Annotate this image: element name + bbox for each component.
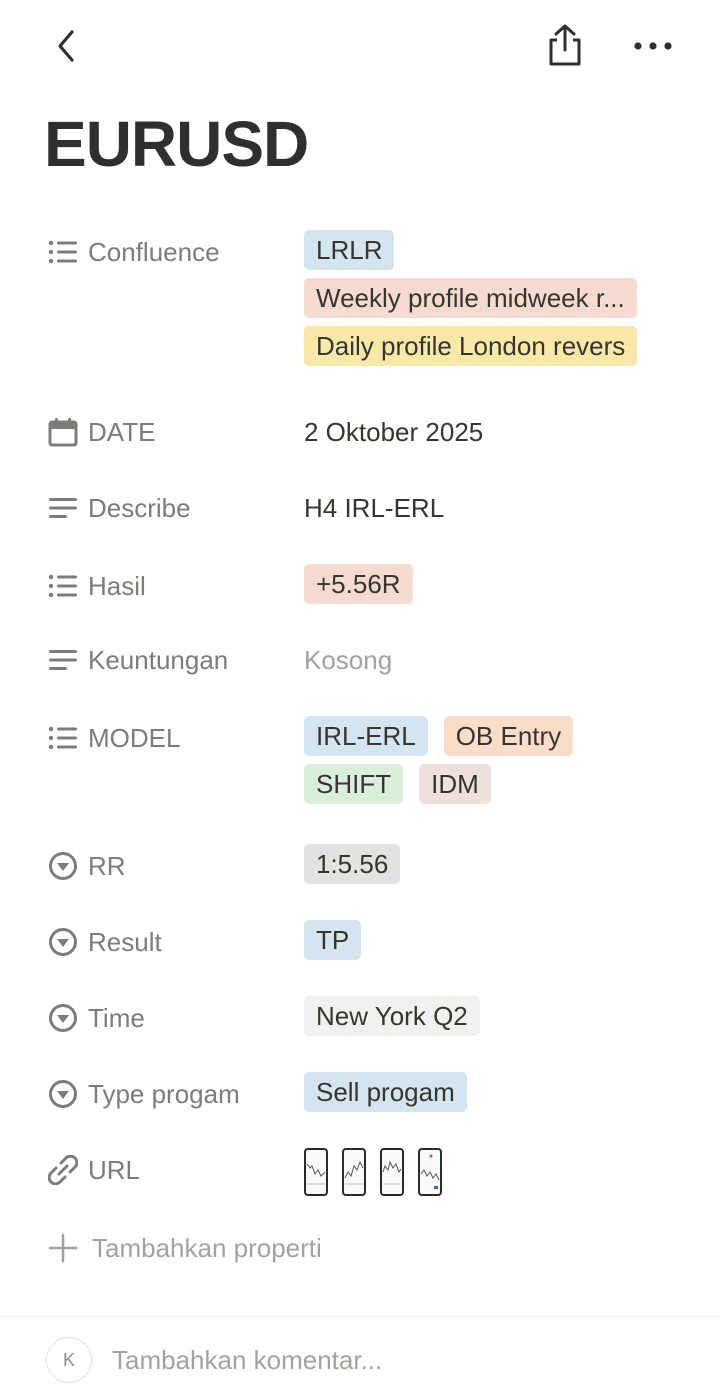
tag-list: IRL-ERL OB Entry SHIFT IDM [304, 716, 594, 804]
plus-icon [46, 1231, 80, 1265]
date-value: 2 Oktober 2025 [304, 416, 484, 447]
property-value[interactable]: Kosong [304, 638, 684, 682]
calendar-icon [46, 415, 80, 449]
tag: 1:5.56 [304, 844, 401, 884]
tag-list: +5.56R [304, 564, 684, 604]
tag: OB Entry [443, 716, 574, 756]
property-label[interactable]: MODEL [46, 716, 180, 760]
property-label[interactable]: Result [46, 920, 162, 964]
multi-select-icon [46, 721, 80, 755]
share-button[interactable] [542, 20, 588, 70]
text-icon [46, 643, 80, 677]
property-label[interactable]: Confluence [46, 230, 220, 274]
comment-input[interactable] [112, 1344, 632, 1376]
screenshot-thumbnail[interactable] [380, 1148, 404, 1196]
property-label[interactable]: Type progam [46, 1072, 240, 1116]
text-icon [46, 491, 80, 525]
tag: SHIFT [304, 764, 404, 804]
tag: +5.56R [304, 564, 413, 604]
screenshot-thumbnail[interactable] [342, 1148, 366, 1196]
property-value[interactable]: +5.56R [304, 564, 684, 604]
property-value[interactable]: H4 IRL-ERL [304, 486, 684, 530]
link-icon [46, 1153, 80, 1187]
divider [0, 1316, 720, 1317]
tag-list: LRLR Weekly profile midweek r... Daily pro… [304, 230, 684, 366]
more-options-button[interactable] [628, 24, 678, 68]
property-label[interactable]: RR [46, 844, 126, 888]
property-label[interactable]: URL [46, 1148, 140, 1192]
property-value[interactable]: TP [304, 920, 684, 960]
screenshot-thumbnail[interactable] [418, 1148, 442, 1196]
property-label[interactable]: Describe [46, 486, 191, 530]
property-value[interactable]: 2 Oktober 2025 [304, 410, 684, 454]
describe-value: H4 IRL-ERL [304, 492, 445, 523]
more-horizontal-icon [634, 42, 672, 50]
share-icon [549, 24, 581, 66]
url-thumbnails [304, 1148, 684, 1196]
select-icon [46, 849, 80, 883]
add-property-button[interactable]: Tambahkan properti [46, 1226, 322, 1270]
tag: LRLR [304, 230, 395, 270]
property-value[interactable]: LRLR Weekly profile midweek r... Daily pro… [304, 230, 684, 366]
multi-select-icon [46, 235, 80, 269]
tag: Weekly profile midweek r... [304, 278, 637, 318]
tag: TP [304, 920, 362, 960]
property-label[interactable]: Keuntungan [46, 638, 228, 682]
tag: IRL-ERL [304, 716, 428, 756]
top-bar [0, 0, 720, 90]
empty-placeholder: Kosong [304, 644, 393, 675]
select-icon [46, 1077, 80, 1111]
property-value[interactable]: Sell progam [304, 1072, 684, 1112]
chevron-left-icon [58, 30, 74, 62]
avatar: K [46, 1337, 92, 1383]
property-value[interactable]: 1:5.56 [304, 844, 684, 884]
screenshot-thumbnail[interactable] [304, 1148, 328, 1196]
property-label[interactable]: Hasil [46, 564, 146, 608]
tag: Sell progam [304, 1072, 467, 1112]
select-icon [46, 1001, 80, 1035]
property-label[interactable]: DATE [46, 410, 155, 454]
page-title[interactable]: EURUSD [44, 104, 309, 184]
comment-bar: K [46, 1336, 632, 1384]
multi-select-icon [46, 569, 80, 603]
property-value[interactable] [304, 1148, 684, 1196]
tag: Daily profile London revers [304, 326, 638, 366]
property-label[interactable]: Time [46, 996, 145, 1040]
tag: New York Q2 [304, 996, 480, 1036]
property-value[interactable]: New York Q2 [304, 996, 684, 1036]
select-icon [46, 925, 80, 959]
property-value[interactable]: IRL-ERL OB Entry SHIFT IDM [304, 716, 684, 804]
tag: IDM [419, 764, 491, 804]
back-button[interactable] [44, 24, 88, 68]
